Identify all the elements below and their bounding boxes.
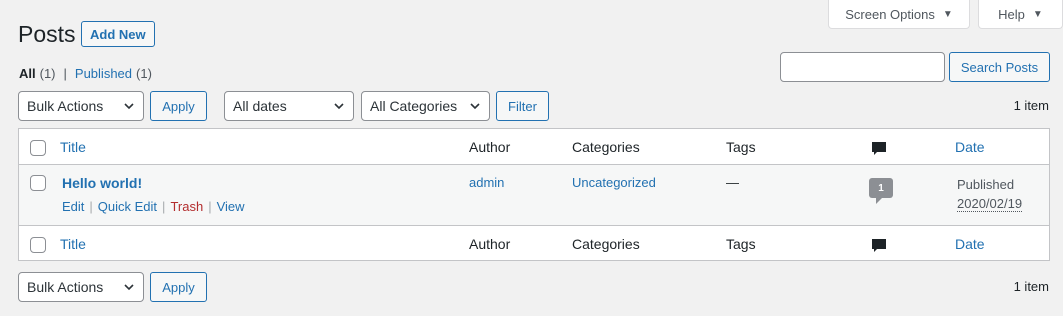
table-row: Hello world! Edit | Quick Edit | Trash |…	[19, 165, 1049, 225]
row-actions: Edit | Quick Edit | Trash | View	[62, 199, 245, 214]
column-tags-header: Tags	[726, 139, 756, 155]
action-separator: |	[89, 199, 93, 214]
comment-count-bubble[interactable]: 1	[869, 178, 893, 204]
column-categories-header: Categories	[572, 139, 640, 155]
bulk-actions-value-bottom: Bulk Actions	[27, 279, 104, 295]
apply-button-bottom[interactable]: Apply	[150, 272, 207, 302]
category-filter-select[interactable]: All Categories	[361, 91, 490, 121]
post-date: Published 2020/02/19	[957, 175, 1023, 213]
help-button[interactable]: Help ▼	[978, 0, 1063, 29]
post-title-link[interactable]: Hello world!	[62, 175, 142, 191]
column-author-footer: Author	[469, 236, 511, 252]
comment-icon[interactable]	[871, 141, 887, 157]
views-separator: |	[63, 66, 67, 81]
screen-options-label: Screen Options	[845, 6, 935, 22]
search-posts-input[interactable]	[780, 52, 945, 82]
chevron-down-icon	[124, 284, 134, 291]
author-link[interactable]: admin	[469, 175, 504, 190]
edit-link[interactable]: Edit	[62, 199, 84, 214]
post-status-views: All (1) | Published (1)	[19, 66, 152, 81]
comment-icon[interactable]	[871, 238, 887, 254]
posts-table: Title Author Categories Tags Date Hello …	[18, 128, 1050, 261]
column-title-header[interactable]: Title	[60, 139, 86, 155]
bulk-actions-value: Bulk Actions	[27, 98, 104, 114]
items-count-top: 1 item	[1013, 98, 1049, 113]
date-filter-select[interactable]: All dates	[224, 91, 354, 121]
row-checkbox[interactable]	[30, 175, 46, 191]
action-separator: |	[162, 199, 166, 214]
select-all-checkbox[interactable]	[30, 140, 46, 156]
bulk-actions-select-bottom[interactable]: Bulk Actions	[18, 272, 144, 302]
date-filter-value: All dates	[233, 98, 287, 114]
select-all-checkbox-bottom[interactable]	[30, 237, 46, 253]
bulk-actions-select-top[interactable]: Bulk Actions	[18, 91, 144, 121]
quick-edit-link[interactable]: Quick Edit	[98, 199, 157, 214]
post-date-value: 2020/02/19	[957, 196, 1023, 212]
table-header-row: Title Author Categories Tags Date	[19, 129, 1049, 165]
column-categories-footer: Categories	[572, 236, 640, 252]
comment-count: 1	[878, 182, 884, 194]
chevron-down-icon	[124, 103, 134, 110]
post-status: Published	[957, 177, 1015, 192]
search-posts-button[interactable]: Search Posts	[949, 52, 1050, 82]
column-tags-footer: Tags	[726, 236, 756, 252]
apply-button-top[interactable]: Apply	[150, 91, 207, 121]
chevron-down-icon	[470, 103, 480, 110]
filter-button[interactable]: Filter	[496, 91, 549, 121]
add-new-button[interactable]: Add New	[81, 21, 155, 47]
category-link[interactable]: Uncategorized	[572, 175, 656, 190]
column-title-footer[interactable]: Title	[60, 236, 86, 252]
view-link[interactable]: View	[217, 199, 245, 214]
chevron-down-icon	[334, 103, 344, 110]
column-date-footer[interactable]: Date	[955, 236, 985, 252]
items-count-bottom: 1 item	[1013, 279, 1049, 294]
column-date-header[interactable]: Date	[955, 139, 985, 155]
action-separator: |	[208, 199, 212, 214]
page-title: Posts	[18, 21, 76, 47]
column-author-header: Author	[469, 139, 511, 155]
caret-down-icon: ▼	[1032, 8, 1043, 20]
screen-meta-links: Screen Options ▼ Help ▼	[828, 0, 1063, 29]
screen-options-button[interactable]: Screen Options ▼	[828, 0, 970, 29]
view-published-count: (1)	[136, 66, 152, 81]
caret-down-icon: ▼	[942, 8, 953, 20]
table-footer-row: Title Author Categories Tags Date	[19, 225, 1049, 261]
view-published-link[interactable]: Published	[75, 66, 132, 81]
view-all-count: (1)	[39, 66, 56, 81]
view-all-link[interactable]: All	[19, 66, 36, 81]
help-label: Help	[998, 6, 1025, 22]
tags-value: —	[726, 175, 739, 190]
category-filter-value: All Categories	[370, 98, 458, 114]
trash-link[interactable]: Trash	[170, 199, 203, 214]
